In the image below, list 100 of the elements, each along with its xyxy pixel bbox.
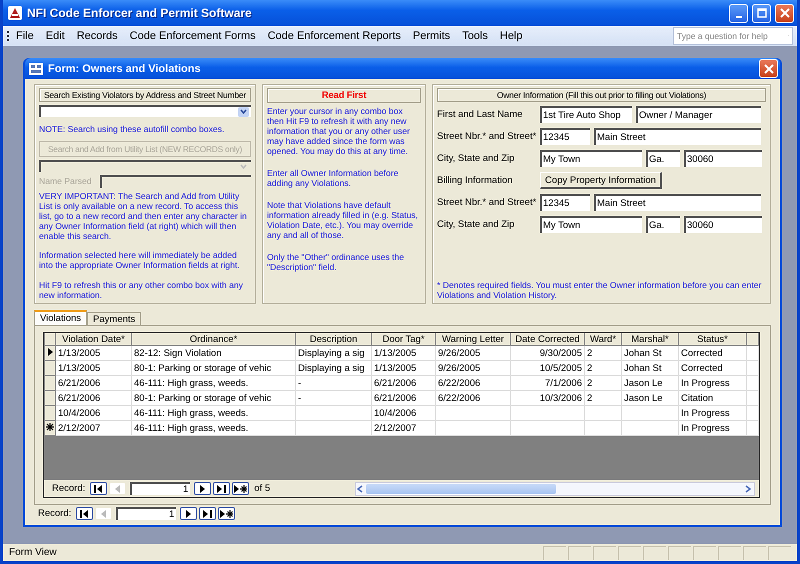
name-parsed-field[interactable]: [100, 174, 251, 188]
last-record-button[interactable]: [199, 507, 216, 520]
table-cell: 10/4/2006: [56, 406, 132, 420]
column-header[interactable]: Warning Letter: [436, 333, 510, 346]
last-record-icon: [217, 484, 226, 492]
table-cell: Corrected: [678, 346, 746, 360]
record-number-field[interactable]: 1: [116, 507, 176, 520]
status-panel: [668, 546, 691, 560]
close-button[interactable]: [775, 4, 794, 22]
owner-field[interactable]: Ga.: [646, 150, 680, 167]
note-text: NOTE: Search using these autofill combo boxes.: [39, 124, 226, 134]
minimize-button[interactable]: [729, 4, 748, 22]
field-label: First and Last Name: [437, 109, 524, 120]
owner-field[interactable]: Owner / Manager: [636, 106, 761, 123]
table-cell: [622, 406, 678, 420]
utility-combo-box[interactable]: [39, 160, 251, 172]
horizontal-scrollbar[interactable]: [355, 482, 755, 496]
scroll-left-icon[interactable]: [356, 484, 364, 492]
maximize-button[interactable]: [752, 4, 771, 22]
next-record-button[interactable]: [180, 507, 198, 520]
menu-item[interactable]: Permits: [406, 28, 456, 44]
maximize-icon: [756, 8, 766, 18]
table-cell: Johan St: [622, 360, 678, 376]
field-label: Billing Information: [437, 175, 514, 186]
column-header[interactable]: Description: [296, 333, 372, 346]
status-panel: [543, 546, 566, 560]
first-record-button[interactable]: [90, 482, 108, 495]
menu-item[interactable]: Records: [70, 28, 124, 44]
column-header[interactable]: Ordinance*: [132, 333, 296, 346]
close-icon: [764, 64, 774, 74]
row-selector[interactable]: [44, 420, 56, 436]
record-label: Record:: [52, 483, 86, 494]
owner-field[interactable]: Ga.: [646, 216, 680, 233]
table-cell: Corrected: [678, 360, 746, 376]
search-combo-box[interactable]: [39, 105, 251, 117]
tab[interactable]: Payments: [87, 312, 142, 325]
first-record-button[interactable]: [76, 507, 94, 520]
owner-field[interactable]: 12345: [540, 194, 590, 211]
instruction-text: Information selected here will immediately be added into the appropriate Owner Information fields at right.: [39, 250, 241, 270]
owner-field[interactable]: My Town: [540, 216, 642, 233]
owner-field[interactable]: 30060: [684, 216, 762, 233]
column-header[interactable]: Marshal*: [622, 333, 678, 346]
menu-item[interactable]: Help: [494, 28, 528, 44]
table-cell: 7/1/2006: [510, 376, 584, 390]
record-count: of 5: [254, 483, 270, 494]
table-cell: In Progress: [678, 376, 746, 390]
column-header[interactable]: Violation Date*: [56, 333, 132, 346]
last-record-button[interactable]: [213, 482, 230, 495]
owner-field[interactable]: 12345: [540, 128, 590, 145]
menu-item[interactable]: Tools: [456, 28, 494, 44]
new-record-button[interactable]: [218, 507, 236, 520]
table-cell: 1/13/2005: [372, 360, 436, 376]
help-search-field[interactable]: Type a question for help: [673, 27, 793, 45]
last-record-icon: [203, 510, 212, 518]
table-cell: -: [296, 390, 372, 406]
table-cell: 46-111: High grass, weeds.: [132, 420, 296, 436]
table-cell: 46-111: High grass, weeds.: [132, 376, 296, 390]
table-cell: Citation: [678, 390, 746, 406]
tab[interactable]: Violations: [34, 310, 88, 325]
table-cell: [584, 420, 622, 436]
close-button[interactable]: [759, 59, 778, 78]
status-panel: [643, 546, 666, 560]
dropdown-arrow-icon[interactable]: [238, 107, 249, 117]
owner-field[interactable]: 1st Tire Auto Shop: [540, 106, 632, 123]
table-cell: 9/26/2005: [436, 360, 510, 376]
next-record-button[interactable]: [194, 482, 212, 495]
form-title: Form: Owners and Violations: [48, 62, 202, 74]
column-header[interactable]: Date Corrected: [510, 333, 584, 346]
column-header[interactable]: Status*: [678, 333, 746, 346]
owner-field[interactable]: My Town: [540, 150, 642, 167]
record-number-field[interactable]: 1: [130, 482, 190, 495]
panel-header: Owner Information (Fill this out prior to filling out Violations): [437, 88, 766, 102]
status-panel: [693, 546, 716, 560]
menu-item[interactable]: File: [10, 28, 40, 44]
scroll-right-icon[interactable]: [744, 484, 752, 492]
table-cell: 6/21/2006: [372, 390, 436, 406]
table-cell: 10/4/2006: [372, 406, 436, 420]
row-selector[interactable]: [44, 346, 56, 360]
field-label: City, State and Zip: [437, 219, 516, 230]
owner-field[interactable]: Main Street: [594, 128, 761, 145]
table-cell: 80-1: Parking or storage of vehic: [132, 360, 296, 376]
column-header[interactable]: Ward*: [584, 333, 622, 346]
status-panel: [618, 546, 641, 560]
table-cell: 10/3/2006: [510, 390, 584, 406]
column-header[interactable]: Door Tag*: [372, 333, 436, 346]
table-cell: 1/13/2005: [372, 346, 436, 360]
menu-item[interactable]: Edit: [40, 28, 71, 44]
menu-item[interactable]: Code Enforcement Forms: [124, 28, 262, 44]
table-cell: 6/21/2006: [56, 376, 132, 390]
menu-item[interactable]: Code Enforcement Reports: [262, 28, 407, 44]
table-cell: Displaying a sig: [296, 360, 372, 376]
table-cell: 6/21/2006: [372, 376, 436, 390]
new-record-button[interactable]: [232, 482, 250, 495]
new-record-icon: [220, 510, 234, 518]
owner-field[interactable]: Main Street: [594, 194, 761, 211]
table-cell: 2: [584, 376, 622, 390]
table-cell: Jason Le: [622, 390, 678, 406]
owner-field[interactable]: 30060: [684, 150, 762, 167]
copy-property-button[interactable]: Copy Property Information: [540, 172, 662, 189]
table-cell: 1/13/2005: [56, 360, 132, 376]
